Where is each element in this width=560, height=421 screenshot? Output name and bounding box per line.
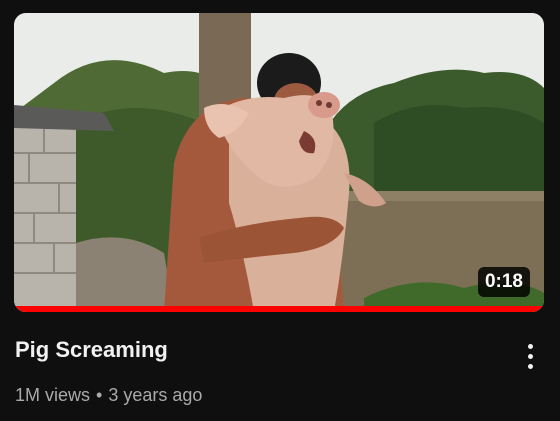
menu-dot <box>527 343 533 349</box>
menu-dot <box>527 363 533 369</box>
menu-dot <box>527 353 533 359</box>
video-metadata: 1M views • 3 years ago <box>15 382 202 408</box>
meta-separator: • <box>96 385 103 405</box>
view-count: 1M views <box>15 385 91 405</box>
upload-age: 3 years ago <box>108 385 203 405</box>
watch-progress-track <box>14 306 544 312</box>
watch-progress-fill <box>14 306 544 312</box>
video-card[interactable]: 0:18 Pig Screaming 1M views • 3 years ago <box>0 0 560 421</box>
thumbnail-image <box>14 13 544 312</box>
video-title[interactable]: Pig Screaming <box>15 336 168 364</box>
duration-badge: 0:18 <box>477 267 530 297</box>
video-thumbnail[interactable]: 0:18 <box>14 13 544 312</box>
more-vertical-icon[interactable] <box>510 336 550 376</box>
